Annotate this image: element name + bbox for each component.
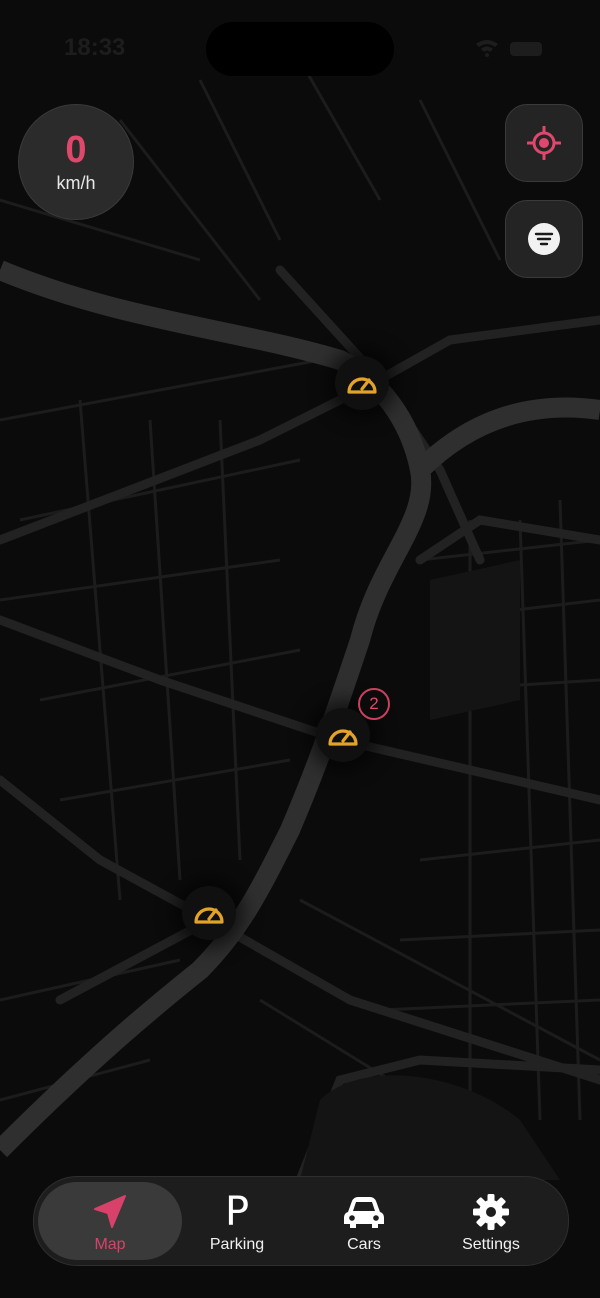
speedometer-icon (347, 377, 377, 394)
crosshair-icon (527, 126, 561, 160)
parking-glyph: P (224, 1189, 250, 1235)
speedometer-icon (194, 907, 224, 924)
locate-me-button[interactable] (505, 104, 583, 182)
tab-cars[interactable]: Cars (292, 1182, 436, 1260)
speed-value: 0 (65, 128, 87, 171)
filter-icon (528, 223, 560, 255)
parking-icon: P (225, 1192, 249, 1232)
status-icons (476, 40, 542, 57)
tab-label: Parking (209, 1236, 265, 1253)
speed-camera-marker[interactable] (182, 886, 236, 940)
tab-bar: Map P Parking Cars Settings (33, 1176, 569, 1266)
tab-label: Cars (347, 1236, 381, 1253)
status-time: 18:33 (64, 34, 126, 61)
car-icon (342, 1192, 386, 1232)
gear-icon (472, 1192, 510, 1232)
wifi-icon (476, 40, 498, 57)
speed-camera-marker[interactable] (335, 356, 389, 410)
tab-parking[interactable]: P Parking (165, 1182, 309, 1260)
tab-settings[interactable]: Settings (419, 1182, 563, 1260)
navigation-arrow-icon (91, 1192, 129, 1232)
speedometer-icon (328, 729, 358, 746)
battery-icon (510, 42, 542, 56)
filter-button[interactable] (505, 200, 583, 278)
dynamic-island (206, 22, 394, 76)
speed-indicator: 0 km/h (18, 104, 134, 220)
tab-label: Settings (462, 1236, 520, 1253)
tab-map[interactable]: Map (38, 1182, 182, 1260)
tab-label: Map (94, 1236, 126, 1253)
camera-cluster-badge[interactable]: 2 (358, 688, 390, 720)
speed-unit: km/h (56, 172, 96, 193)
speed-camera-marker[interactable] (316, 708, 370, 762)
status-bar: 18:33 (0, 0, 600, 100)
